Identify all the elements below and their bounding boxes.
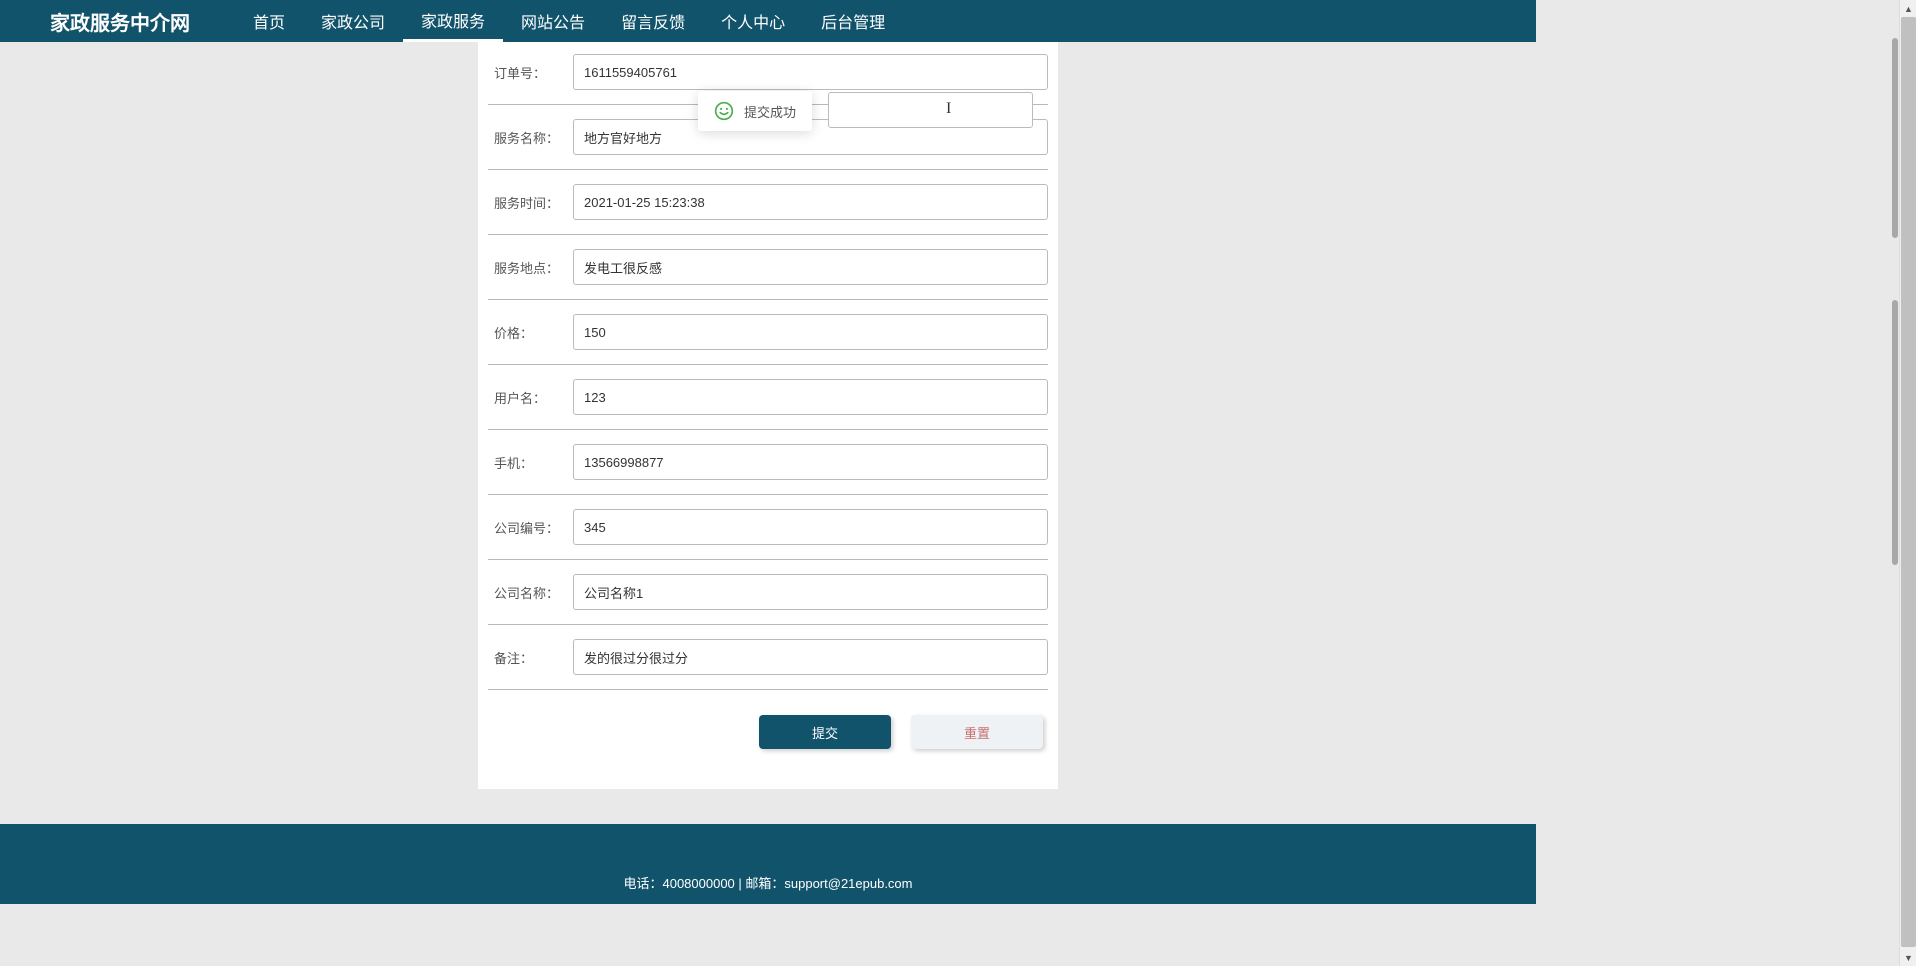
label-username: 用户名： — [488, 388, 573, 407]
label-price: 价格： — [488, 323, 573, 342]
main-nav: 首页 家政公司 家政服务 网站公告 留言反馈 个人中心 后台管理 — [235, 0, 903, 42]
nav-admin[interactable]: 后台管理 — [803, 0, 903, 42]
field-row-username: 用户名： — [488, 365, 1048, 430]
top-nav-bar: 家政服务中介网 首页 家政公司 家政服务 网站公告 留言反馈 个人中心 后台管理 — [0, 0, 1536, 42]
scroll-track[interactable] — [1900, 17, 1916, 949]
input-service-location[interactable] — [573, 249, 1048, 285]
nav-service[interactable]: 家政服务 — [403, 0, 503, 42]
label-company-id: 公司编号： — [488, 518, 573, 537]
inner-scrollbar[interactable] — [1891, 0, 1899, 966]
nav-profile[interactable]: 个人中心 — [703, 0, 803, 42]
toast-message: 提交成功 — [744, 102, 796, 121]
input-remark[interactable] — [573, 639, 1048, 675]
input-price[interactable] — [573, 314, 1048, 350]
page-footer: 电话：4008000000 | 邮箱：support@21epub.com — [0, 824, 1536, 904]
scroll-thumb[interactable] — [1901, 17, 1916, 947]
label-service-time: 服务时间： — [488, 193, 573, 212]
text-cursor-icon: I — [946, 100, 947, 118]
inner-scroll-thumb-top[interactable] — [1892, 38, 1898, 238]
field-row-company-id: 公司编号： — [488, 495, 1048, 560]
field-row-price: 价格： — [488, 300, 1048, 365]
nav-home[interactable]: 首页 — [235, 0, 303, 42]
smile-icon — [714, 101, 734, 121]
input-company-id[interactable] — [573, 509, 1048, 545]
label-company-name: 公司名称： — [488, 583, 573, 602]
field-row-service-location: 服务地点： — [488, 235, 1048, 300]
reset-button[interactable]: 重置 — [911, 715, 1043, 749]
browser-scrollbar[interactable]: ▲ ▼ — [1899, 0, 1916, 966]
footer-contact-text: 电话：4008000000 | 邮箱：support@21epub.com — [623, 873, 912, 892]
field-row-remark: 备注： — [488, 625, 1048, 690]
nav-announcement[interactable]: 网站公告 — [503, 0, 603, 42]
inner-scroll-thumb-bottom[interactable] — [1892, 300, 1898, 565]
submit-button[interactable]: 提交 — [759, 715, 891, 749]
label-remark: 备注： — [488, 648, 573, 667]
field-row-service-time: 服务时间： — [488, 170, 1048, 235]
field-row-phone: 手机： — [488, 430, 1048, 495]
input-company-name[interactable] — [573, 574, 1048, 610]
input-username[interactable] — [573, 379, 1048, 415]
input-order-id[interactable] — [573, 54, 1048, 90]
label-service-name: 服务名称： — [488, 128, 573, 147]
field-row-company-name: 公司名称： — [488, 560, 1048, 625]
input-service-time[interactable] — [573, 184, 1048, 220]
site-title: 家政服务中介网 — [50, 7, 190, 36]
scroll-up-arrow-icon[interactable]: ▲ — [1900, 0, 1916, 17]
label-phone: 手机： — [488, 453, 573, 472]
overlay-empty-input[interactable] — [828, 92, 1033, 128]
scroll-down-arrow-icon[interactable]: ▼ — [1900, 949, 1916, 966]
order-form-card: 订单号： 服务名称： 服务时间： 服务地点： 价格： 用户名： — [478, 30, 1058, 789]
form-buttons-row: 提交 重置 — [488, 690, 1048, 749]
label-service-location: 服务地点： — [488, 258, 573, 277]
input-phone[interactable] — [573, 444, 1048, 480]
label-order-id: 订单号： — [488, 63, 573, 82]
nav-feedback[interactable]: 留言反馈 — [603, 0, 703, 42]
success-toast: 提交成功 — [698, 91, 812, 131]
nav-company[interactable]: 家政公司 — [303, 0, 403, 42]
